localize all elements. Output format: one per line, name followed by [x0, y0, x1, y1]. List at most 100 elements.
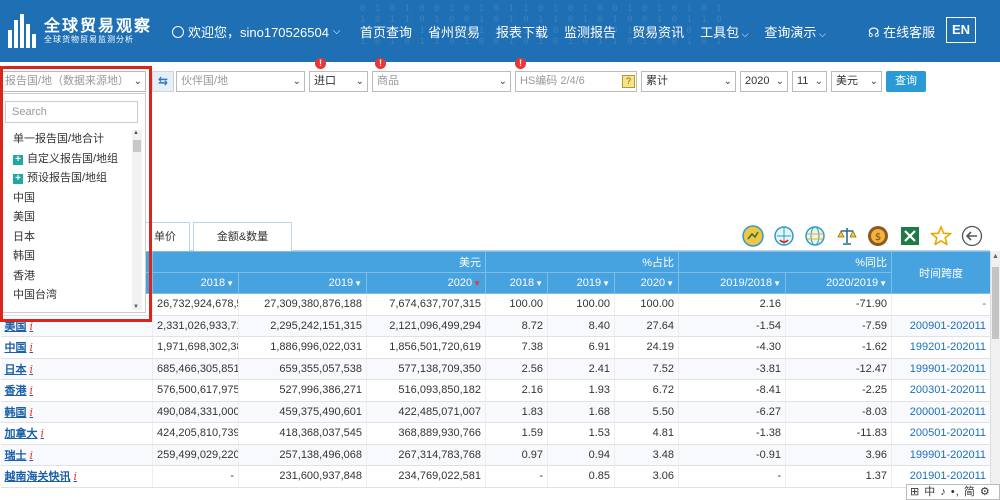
dropdown-option[interactable]: 日本 [5, 228, 131, 248]
excel-icon[interactable] [899, 225, 921, 247]
online-service-link[interactable]: ☊ 在线客服 [868, 22, 935, 41]
nav-item[interactable]: 贸易资讯 [624, 22, 692, 41]
info-icon[interactable]: i [30, 384, 34, 397]
tab-amount-quantity[interactable]: 金额&数量 [193, 222, 292, 251]
dropdown-option[interactable]: + 自定义报告国/地组 [5, 150, 131, 170]
period-link[interactable]: 199901-202011 [891, 444, 990, 466]
scroll-up-icon[interactable]: ▲ [133, 130, 139, 136]
column-header[interactable]: 2019▼ [547, 272, 616, 294]
nav-item[interactable]: 首页查询 [352, 22, 420, 41]
info-icon[interactable]: i [30, 406, 34, 419]
table-cell: 527,996,386,271 [238, 379, 367, 402]
swap-icon[interactable]: ⇆ [152, 71, 174, 92]
nav-item[interactable]: 报表下载 [488, 22, 556, 41]
table-row: 加拿大 i 424,205,810,739 418,368,037,545 368,88… [0, 422, 990, 445]
table-cell: - [485, 465, 549, 488]
language-switch-button[interactable]: EN [946, 17, 976, 43]
currency-select[interactable]: 美元 ⌄ [831, 71, 882, 92]
info-icon[interactable]: i [41, 427, 45, 440]
column-header[interactable]: 2020▼ [365, 272, 487, 294]
query-button[interactable]: 查询 [886, 71, 926, 92]
info-icon[interactable]: i [74, 470, 78, 483]
expand-plus-icon[interactable]: + [13, 154, 23, 165]
table-scrollbar[interactable]: ▲ [990, 251, 1000, 500]
site-logo[interactable]: 全球贸易观察 全球货物贸易监测分析 [6, 10, 156, 50]
help-icon[interactable]: ? [622, 75, 635, 88]
globe-network-icon[interactable] [804, 225, 826, 247]
commodity-select[interactable]: 商品 ⌄ [372, 71, 511, 92]
dropdown-option[interactable]: 美国 [5, 208, 131, 228]
dropdown-option[interactable]: 韩国 [5, 247, 131, 267]
main-nav: 首页查询 省州贸易 报表下载 监测报告 贸易资讯 工具包 ⌵ 查询演示 ⌵ [352, 22, 834, 41]
column-header[interactable]: 2018▼ [152, 272, 239, 294]
dropdown-scroll-thumb[interactable] [133, 140, 141, 152]
period-link[interactable]: - [891, 293, 990, 316]
info-icon[interactable]: i [30, 363, 34, 376]
country-link[interactable]: 日本 i [0, 358, 153, 380]
user-icon [172, 25, 184, 38]
period-link[interactable]: 200301-202011 [891, 379, 990, 402]
dropdown-option[interactable]: 中国台湾 [5, 286, 131, 306]
expand-plus-icon[interactable]: + [13, 174, 23, 184]
table-cell: 422,485,071,007 [366, 401, 487, 423]
back-arrow-icon[interactable] [961, 225, 983, 247]
reporter-select[interactable]: 报告国/地（数据来源地） ⌄ [0, 71, 146, 92]
column-header[interactable]: 2018▼ [485, 272, 549, 294]
scroll-down-icon[interactable]: ▼ [133, 304, 139, 310]
reporter-placeholder: 报告国/地（数据来源地） [5, 75, 130, 87]
country-link[interactable]: 美国 i [0, 315, 153, 337]
dropdown-option[interactable]: 单一报告国/地合计 [5, 130, 131, 150]
trade-flow-select[interactable]: 进口 ⌄ [309, 71, 368, 92]
country-link[interactable]: 瑞士 i [0, 444, 153, 466]
column-header[interactable]: 2019/2018▼ [678, 272, 787, 294]
country-link[interactable]: 香港 i [0, 379, 153, 402]
info-icon[interactable]: i [30, 449, 34, 462]
period-link[interactable]: 200501-202011 [891, 422, 990, 445]
period-type-select[interactable]: 累计 ⌄ [641, 71, 736, 92]
dropdown-option[interactable]: 中国 [5, 189, 131, 209]
globe-chart-icon[interactable] [742, 225, 764, 247]
dropdown-option[interactable]: 香港 [5, 267, 131, 287]
nav-item[interactable]: 查询演示 ⌵ [756, 22, 833, 41]
dropdown-scrollbar[interactable]: ▲ ▼ [132, 130, 142, 310]
table-cell: 1.68 [547, 401, 616, 423]
user-menu[interactable]: 欢迎您，sino170526504 ⌵ [172, 22, 341, 41]
nav-item[interactable]: 工具包 ⌵ [692, 22, 756, 41]
sort-icon: ▼ [602, 279, 611, 288]
globe-refresh-icon[interactable] [773, 225, 795, 247]
month-select[interactable]: 11 ⌄ [792, 71, 827, 92]
info-icon[interactable]: i [30, 341, 34, 354]
year-select[interactable]: 2020 ⌄ [740, 71, 788, 92]
column-header[interactable]: 2020▼ [614, 272, 680, 294]
country-link[interactable]: 加拿大 i [0, 422, 153, 445]
scale-icon[interactable] [836, 225, 858, 247]
sort-icon: ▼ [473, 279, 482, 288]
column-header[interactable]: 2020/2019▼ [785, 272, 893, 294]
dropdown-search-input[interactable]: Search [5, 101, 138, 123]
table-cell: -3.81 [678, 358, 787, 380]
dropdown-option[interactable]: + 预设报告国/地组 [5, 169, 131, 189]
table-cell: 234,769,022,581 [366, 465, 487, 488]
coin-icon[interactable]: $ [867, 225, 889, 247]
currency-value: 美元 [836, 75, 858, 87]
partner-placeholder: 伙伴国/地 [181, 75, 229, 87]
country-link[interactable]: 韩国 i [0, 401, 153, 423]
country-link[interactable]: 越南海关快讯 i [0, 465, 153, 488]
country-link[interactable]: 中国 i [0, 336, 153, 359]
scroll-thumb[interactable] [992, 267, 999, 339]
period-link[interactable]: 199901-202011 [891, 358, 990, 380]
period-link[interactable]: 199201-202011 [891, 336, 990, 359]
scroll-up-icon[interactable]: ▲ [992, 253, 999, 260]
table-cell: 3.96 [785, 444, 893, 466]
hs-code-input[interactable]: HS编码 2/4/6 [515, 71, 637, 92]
ime-toolbar[interactable]: ⊞ 中 ♪ •, 简 ⚙ [906, 484, 1000, 500]
column-header[interactable]: 2019▼ [238, 272, 367, 294]
period-link[interactable]: 200901-202011 [891, 315, 990, 337]
star-icon[interactable] [930, 225, 952, 247]
partner-select[interactable]: 伙伴国/地 ⌄ [176, 71, 305, 92]
nav-item[interactable]: 省州贸易 [420, 22, 488, 41]
period-link[interactable]: 200001-202011 [891, 401, 990, 423]
tab-unit-price[interactable]: 单价 [140, 222, 190, 251]
info-icon[interactable]: i [30, 320, 34, 333]
nav-item[interactable]: 监测报告 [556, 22, 624, 41]
